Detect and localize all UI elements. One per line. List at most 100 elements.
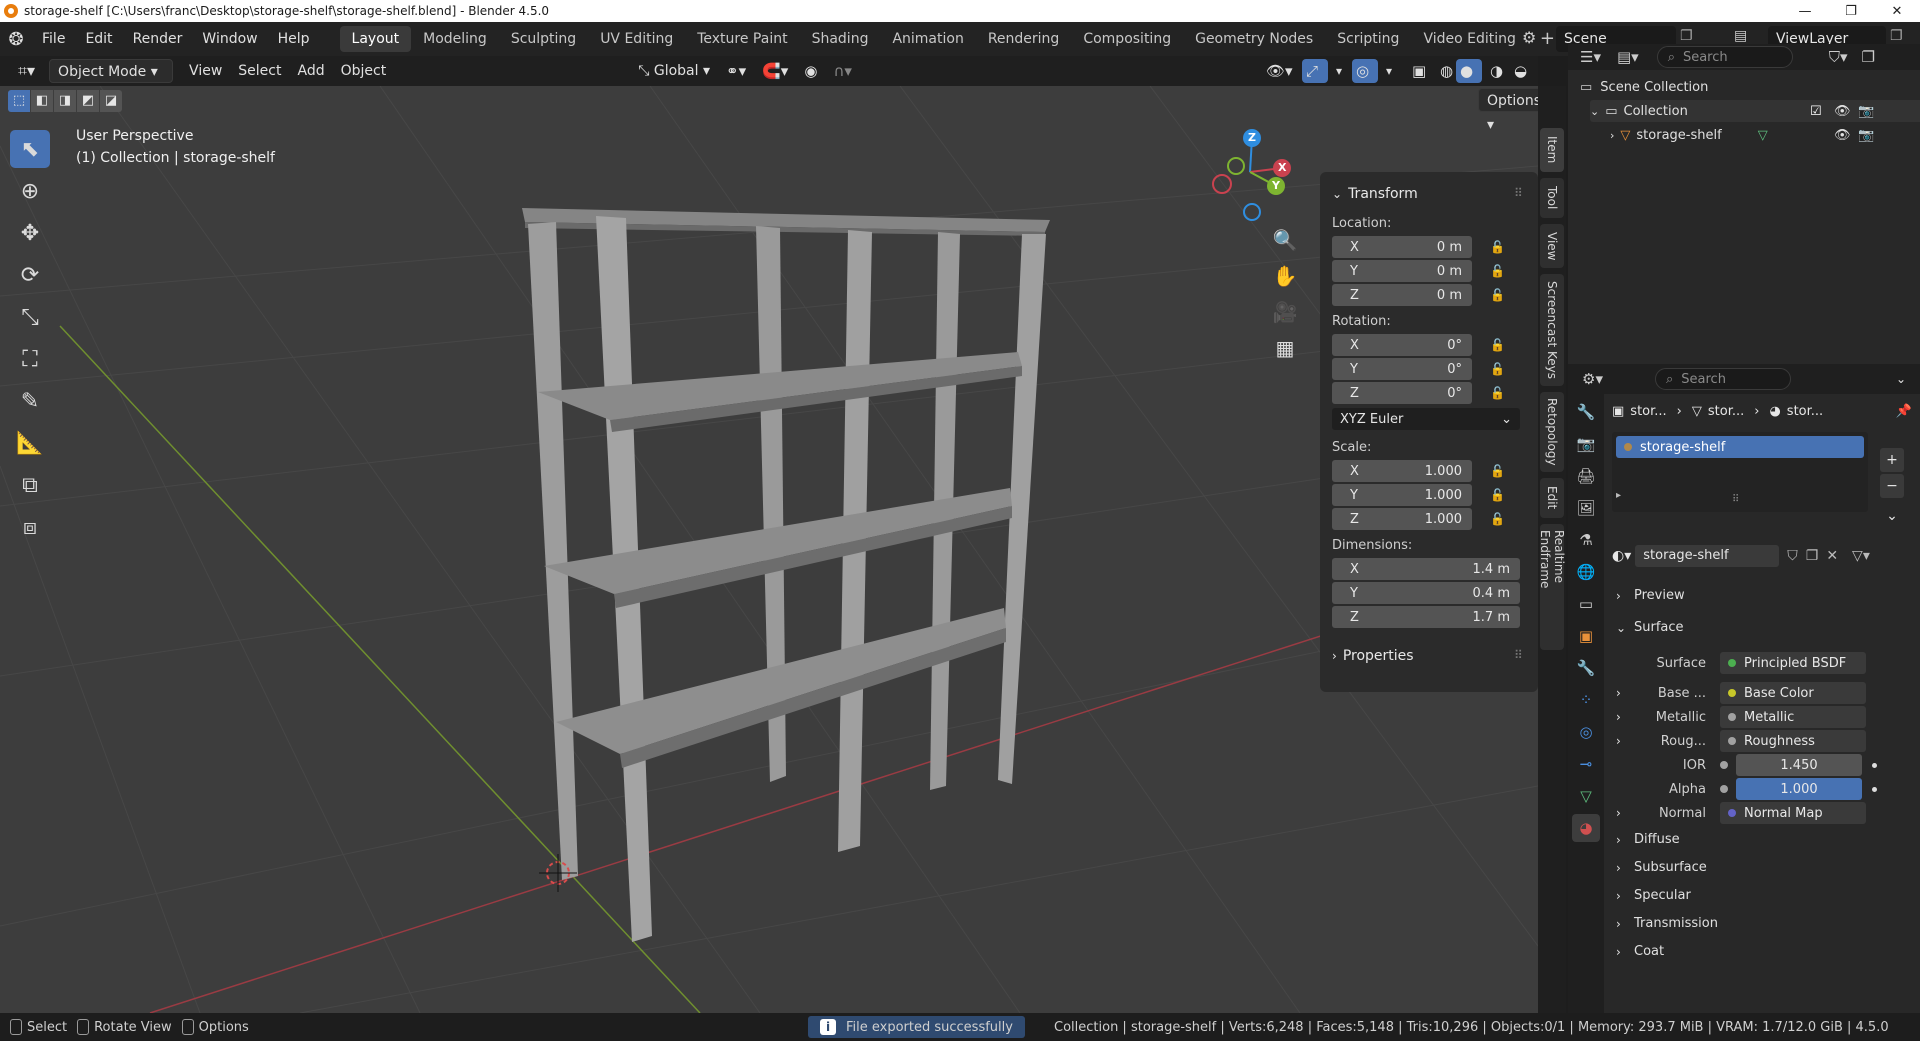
editor-type-icon[interactable]: ⌗▾ — [10, 59, 43, 83]
sidebar-tab-item[interactable]: Item — [1540, 128, 1564, 172]
properties-panel-header[interactable]: › Properties — [1332, 648, 1414, 664]
value-socket-icon[interactable] — [1720, 761, 1728, 769]
render-tab-icon[interactable]: 📷 — [1572, 430, 1600, 458]
menu-window[interactable]: Window — [192, 22, 267, 56]
rotate-tool-icon[interactable]: ⟳ — [10, 256, 50, 294]
dimensions-y-field[interactable]: Y 0.4 m — [1332, 582, 1520, 604]
outliner-search-input[interactable]: ⌕ Search — [1656, 46, 1793, 68]
lock-icon[interactable]: 🔓 — [1490, 338, 1508, 354]
move-tool-icon[interactable]: ✥ — [10, 214, 50, 252]
ior-field[interactable]: 1.450 — [1736, 754, 1862, 776]
camera-icon[interactable]: 📷 — [1858, 128, 1874, 143]
outliner-editor-icon[interactable]: ☰▾ — [1580, 48, 1601, 66]
lock-icon[interactable]: 🔓 — [1490, 512, 1508, 528]
fake-user-icon[interactable]: ⛉ — [1787, 548, 1798, 564]
tab-modeling[interactable]: Modeling — [411, 26, 499, 52]
status-message[interactable]: i File exported successfully — [808, 1016, 1025, 1038]
tab-texture-paint[interactable]: Texture Paint — [685, 26, 799, 52]
falloff-icon[interactable]: ∩▾ — [825, 59, 860, 83]
chevron-right-icon[interactable]: › — [1616, 686, 1634, 700]
pan-hand-icon[interactable]: ✋ — [1268, 260, 1302, 292]
ortho-grid-icon[interactable]: ▦ — [1268, 332, 1302, 364]
chevron-down-icon[interactable]: ⌄ — [1880, 504, 1904, 528]
slot-link-icon[interactable]: ▽▾ — [1852, 548, 1870, 564]
drag-handle-icon[interactable]: ⠿ — [1514, 648, 1523, 662]
section-coat[interactable]: › Coat — [1616, 944, 1664, 959]
tab-uv-editing[interactable]: UV Editing — [588, 26, 685, 52]
overlay-dropdown-icon[interactable]: ▾ — [1378, 59, 1400, 83]
duplicate-icon[interactable]: ❐ — [1806, 548, 1819, 564]
material-name-field[interactable]: storage-shelf — [1635, 545, 1780, 567]
tab-shading[interactable]: Shading — [800, 26, 881, 52]
gizmo-toggle-icon[interactable]: ⤢ — [1302, 59, 1328, 83]
menu-add[interactable]: Add — [289, 59, 332, 83]
menu-object[interactable]: Object — [333, 59, 395, 83]
select-box-tool-icon[interactable]: ⬉ — [10, 130, 50, 168]
rotation-x-field[interactable]: X 0° — [1332, 334, 1472, 356]
tab-rendering[interactable]: Rendering — [976, 26, 1072, 52]
drag-handle-icon[interactable]: ⠿ — [1514, 186, 1523, 200]
chevron-right-icon[interactable]: › — [1616, 734, 1634, 748]
eye-icon[interactable]: 👁 — [1834, 128, 1851, 143]
modifier-tab-icon[interactable]: 🔧 — [1572, 654, 1600, 682]
close-icon[interactable]: ✕ — [1874, 0, 1920, 22]
constraints-tab-icon[interactable]: ⊸ — [1572, 750, 1600, 778]
3d-viewport[interactable]: Z X Y ⬚ ◧ ◨ ◩ ◪ Options ▾ ⬉ ⊕ ✥ ⟳ ⤡ ⛶ ✎ … — [0, 86, 1538, 1013]
chevron-right-icon[interactable]: › — [1616, 710, 1634, 724]
rendered-shading-icon[interactable]: ◒ — [1506, 59, 1535, 83]
filter-icon[interactable]: ⛉▾ — [1829, 48, 1848, 66]
rotation-z-field[interactable]: Z 0° — [1332, 382, 1472, 404]
outliner-row-storage-shelf[interactable]: › ▽ storage-shelf ▽ 👁 📷 — [1610, 124, 1920, 146]
menu-render[interactable]: Render — [123, 22, 193, 56]
lock-icon[interactable]: 🔓 — [1490, 386, 1508, 402]
section-preview[interactable]: › Preview — [1616, 588, 1685, 603]
pivot-point-icon[interactable]: ⚭▾ — [718, 59, 754, 83]
lock-icon[interactable]: 🔓 — [1490, 362, 1508, 378]
select-invert-icon[interactable]: ◩ — [77, 90, 99, 112]
dimensions-x-field[interactable]: X 1.4 m — [1332, 558, 1520, 580]
tab-compositing[interactable]: Compositing — [1071, 26, 1183, 52]
menu-select[interactable]: Select — [230, 59, 289, 83]
add-slot-icon[interactable]: + — [1880, 448, 1904, 472]
sidebar-tab-realtime-endframe[interactable]: Realtime Endframe — [1538, 524, 1566, 650]
scene-new-icon[interactable]: ❐ — [1680, 28, 1693, 44]
object-tab-icon[interactable]: ▣ — [1572, 622, 1600, 650]
sidebar-tab-tool[interactable]: Tool — [1540, 178, 1564, 218]
sidebar-tab-retopology[interactable]: Retopology — [1540, 392, 1564, 472]
select-new-icon[interactable]: ⬚ — [8, 90, 30, 112]
section-specular[interactable]: › Specular — [1616, 888, 1691, 903]
camera-view-icon[interactable]: 🎥 — [1268, 296, 1302, 328]
surface-shader-field[interactable]: Principled BSDF — [1720, 652, 1866, 674]
outliner-row-collection[interactable]: ⌄ ▭ Collection ☑ 👁 📷 — [1590, 100, 1920, 122]
expand-icon[interactable]: ▸ — [1616, 490, 1621, 501]
pin-icon[interactable]: 📌 — [1896, 404, 1912, 419]
metallic-field[interactable]: Metallic — [1720, 706, 1866, 728]
annotate-tool-icon[interactable]: ✎ — [10, 382, 50, 420]
lock-icon[interactable]: 🔓 — [1490, 240, 1508, 256]
zoom-icon[interactable]: 🔍 — [1268, 224, 1302, 256]
options-dropdown[interactable]: Options ▾ — [1478, 88, 1538, 133]
viewport-canvas[interactable] — [0, 86, 1538, 1013]
normal-field[interactable]: Normal Map — [1720, 802, 1866, 824]
location-x-field[interactable]: X 0 m — [1332, 236, 1472, 258]
section-subsurface[interactable]: › Subsurface — [1616, 860, 1707, 875]
material-browse-icon[interactable]: ◐▾ — [1612, 548, 1631, 564]
dimensions-z-field[interactable]: Z 1.7 m — [1332, 606, 1520, 628]
location-z-field[interactable]: Z 0 m — [1332, 284, 1472, 306]
data-tab-icon[interactable]: ▽ — [1572, 782, 1600, 810]
snap-icon[interactable]: 🧲▾ — [754, 59, 796, 83]
tool-tab-icon[interactable]: 🔧 — [1572, 398, 1600, 426]
lock-icon[interactable]: 🔓 — [1490, 288, 1508, 304]
blender-menu-icon[interactable]: ❂ — [0, 29, 32, 50]
proportional-edit-icon[interactable]: ◉ — [796, 59, 825, 83]
mesh-data-icon[interactable]: ▽ — [1758, 128, 1768, 143]
tab-animation[interactable]: Animation — [880, 26, 975, 52]
sidebar-tab-edit[interactable]: Edit — [1540, 478, 1564, 518]
location-y-field[interactable]: Y 0 m — [1332, 260, 1472, 282]
remove-slot-icon[interactable]: − — [1880, 474, 1904, 498]
alpha-slider[interactable]: 1.000 — [1736, 778, 1862, 800]
section-transmission[interactable]: › Transmission — [1616, 916, 1718, 931]
eye-icon[interactable]: 👁 — [1834, 104, 1851, 119]
measure-tool-icon[interactable]: 📐 — [10, 424, 50, 462]
display-mode-icon[interactable]: ▤▾ — [1617, 48, 1639, 66]
